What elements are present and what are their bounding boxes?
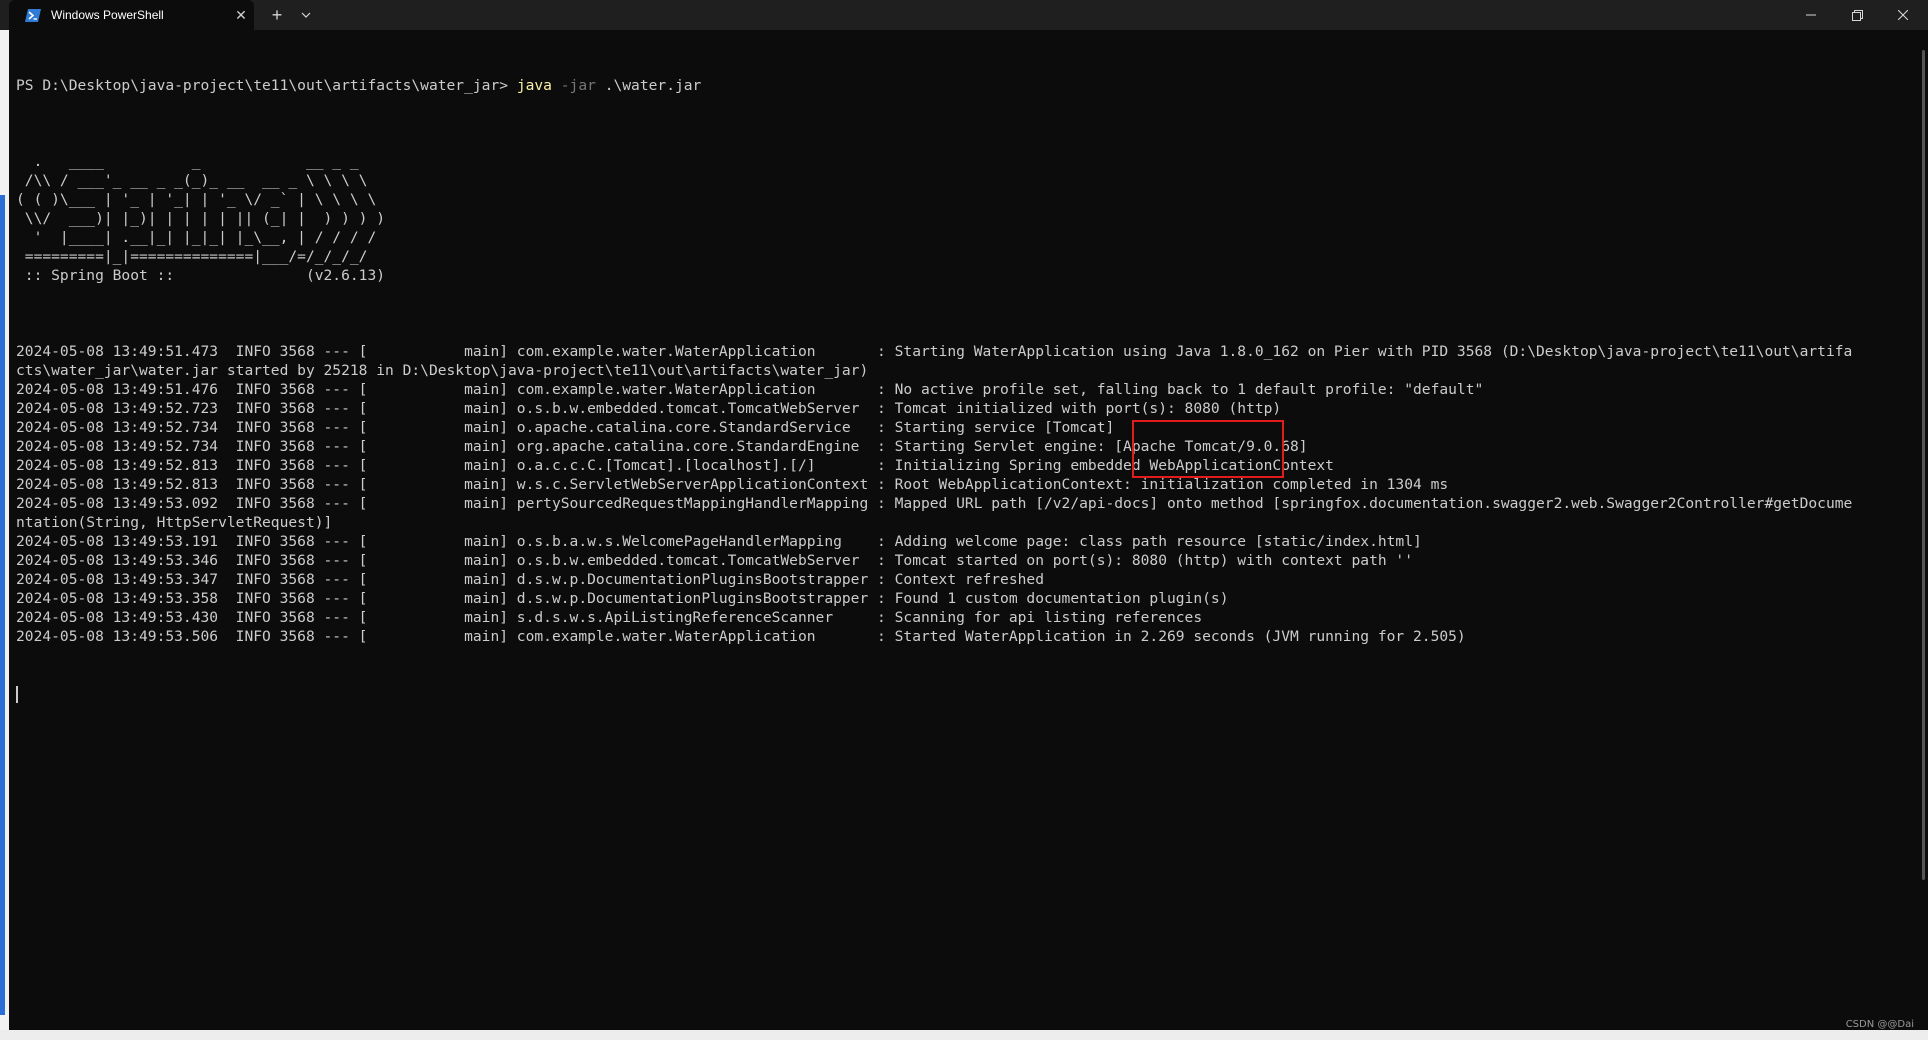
command-name: java <box>516 77 552 94</box>
log-line: 2024-05-08 13:49:52.723 INFO 3568 --- [ … <box>16 400 1282 417</box>
log-line: 2024-05-08 13:49:52.734 INFO 3568 --- [ … <box>16 438 1308 455</box>
close-button[interactable] <box>1880 0 1926 30</box>
log-line: 2024-05-08 13:49:53.358 INFO 3568 --- [ … <box>16 590 1229 607</box>
log-line: ntation(String, HttpServletRequest)] <box>16 514 333 531</box>
banner-line: . ____ _ __ _ _ <box>16 153 359 170</box>
log-line: 2024-05-08 13:49:51.473 INFO 3568 --- [ … <box>16 343 1853 360</box>
log-line: 2024-05-08 13:49:52.813 INFO 3568 --- [ … <box>16 457 1334 474</box>
banner-line: ' |____| .__|_| |_|_| |_\__, | / / / / <box>16 229 377 246</box>
banner-line: /\\ / ___'_ __ _ _(_)_ __ __ _ \ \ \ \ <box>16 172 368 189</box>
terminal-output[interactable]: PS D:\Desktop\java-project\te11\out\arti… <box>16 38 1906 1028</box>
scrollbar[interactable] <box>1918 30 1928 1032</box>
highlight-annotation-box <box>1132 420 1284 478</box>
log-line: 2024-05-08 13:49:53.346 INFO 3568 --- [ … <box>16 552 1414 569</box>
powershell-icon <box>25 8 41 22</box>
new-tab-button[interactable]: + <box>262 0 292 30</box>
log-line: 2024-05-08 13:49:53.191 INFO 3568 --- [ … <box>16 533 1422 550</box>
prompt-path: PS D:\Desktop\java-project\te11\out\arti… <box>16 77 517 94</box>
scrollbar-thumb[interactable] <box>1922 50 1925 880</box>
taskbar-edge <box>0 1030 1928 1040</box>
banner-line: \\/ ___)| |_)| | | | | || (_| | ) ) ) ) <box>16 210 386 227</box>
left-edge-strip <box>0 30 9 1030</box>
watermark: CSDN @@Dai <box>1845 1019 1914 1030</box>
command-argument: .\water.jar <box>595 77 702 94</box>
log-output: 2024-05-08 13:49:51.473 INFO 3568 --- [ … <box>16 342 1906 646</box>
log-line: 2024-05-08 13:49:51.476 INFO 3568 --- [ … <box>16 381 1484 398</box>
minimize-button[interactable] <box>1788 0 1834 30</box>
chevron-down-icon[interactable] <box>292 0 320 30</box>
log-line: cts\water_jar\water.jar started by 25218… <box>16 362 869 379</box>
terminal-window: Windows PowerShell ✕ + PS D:\Desktop\jav… <box>0 0 1928 1040</box>
maximize-button[interactable] <box>1834 0 1880 30</box>
banner-line: ( ( )\___ | '_ | '_| | '_ \/ _` | \ \ \ … <box>16 191 377 208</box>
tab-title: Windows PowerShell <box>51 8 164 22</box>
log-line: 2024-05-08 13:49:53.092 INFO 3568 --- [ … <box>16 495 1853 512</box>
log-line: 2024-05-08 13:49:53.347 INFO 3568 --- [ … <box>16 571 1044 588</box>
text-cursor <box>16 685 18 703</box>
banner-line <box>16 133 1906 152</box>
command-prompt-line: PS D:\Desktop\java-project\te11\out\arti… <box>16 76 1906 95</box>
input-line[interactable] <box>16 684 1906 703</box>
log-line: 2024-05-08 13:49:52.813 INFO 3568 --- [ … <box>16 476 1449 493</box>
tab-windows-powershell[interactable]: Windows PowerShell ✕ <box>9 0 254 30</box>
log-line: 2024-05-08 13:49:53.506 INFO 3568 --- [ … <box>16 628 1466 645</box>
log-line: 2024-05-08 13:49:53.430 INFO 3568 --- [ … <box>16 609 1203 626</box>
tab-close-icon[interactable]: ✕ <box>228 7 254 24</box>
title-bar: Windows PowerShell ✕ + <box>0 0 1928 30</box>
banner-line <box>16 285 1906 304</box>
log-line: 2024-05-08 13:49:52.734 INFO 3568 --- [ … <box>16 419 1115 436</box>
spring-boot-banner: . ____ _ __ _ _ /\\ / ___'_ __ _ _(_)_ _… <box>16 133 1906 304</box>
command-param: -jar <box>551 77 596 94</box>
banner-line: :: Spring Boot :: (v2.6.13) <box>16 267 386 284</box>
banner-line: =========|_|==============|___/=/_/_/_/ <box>16 248 368 265</box>
